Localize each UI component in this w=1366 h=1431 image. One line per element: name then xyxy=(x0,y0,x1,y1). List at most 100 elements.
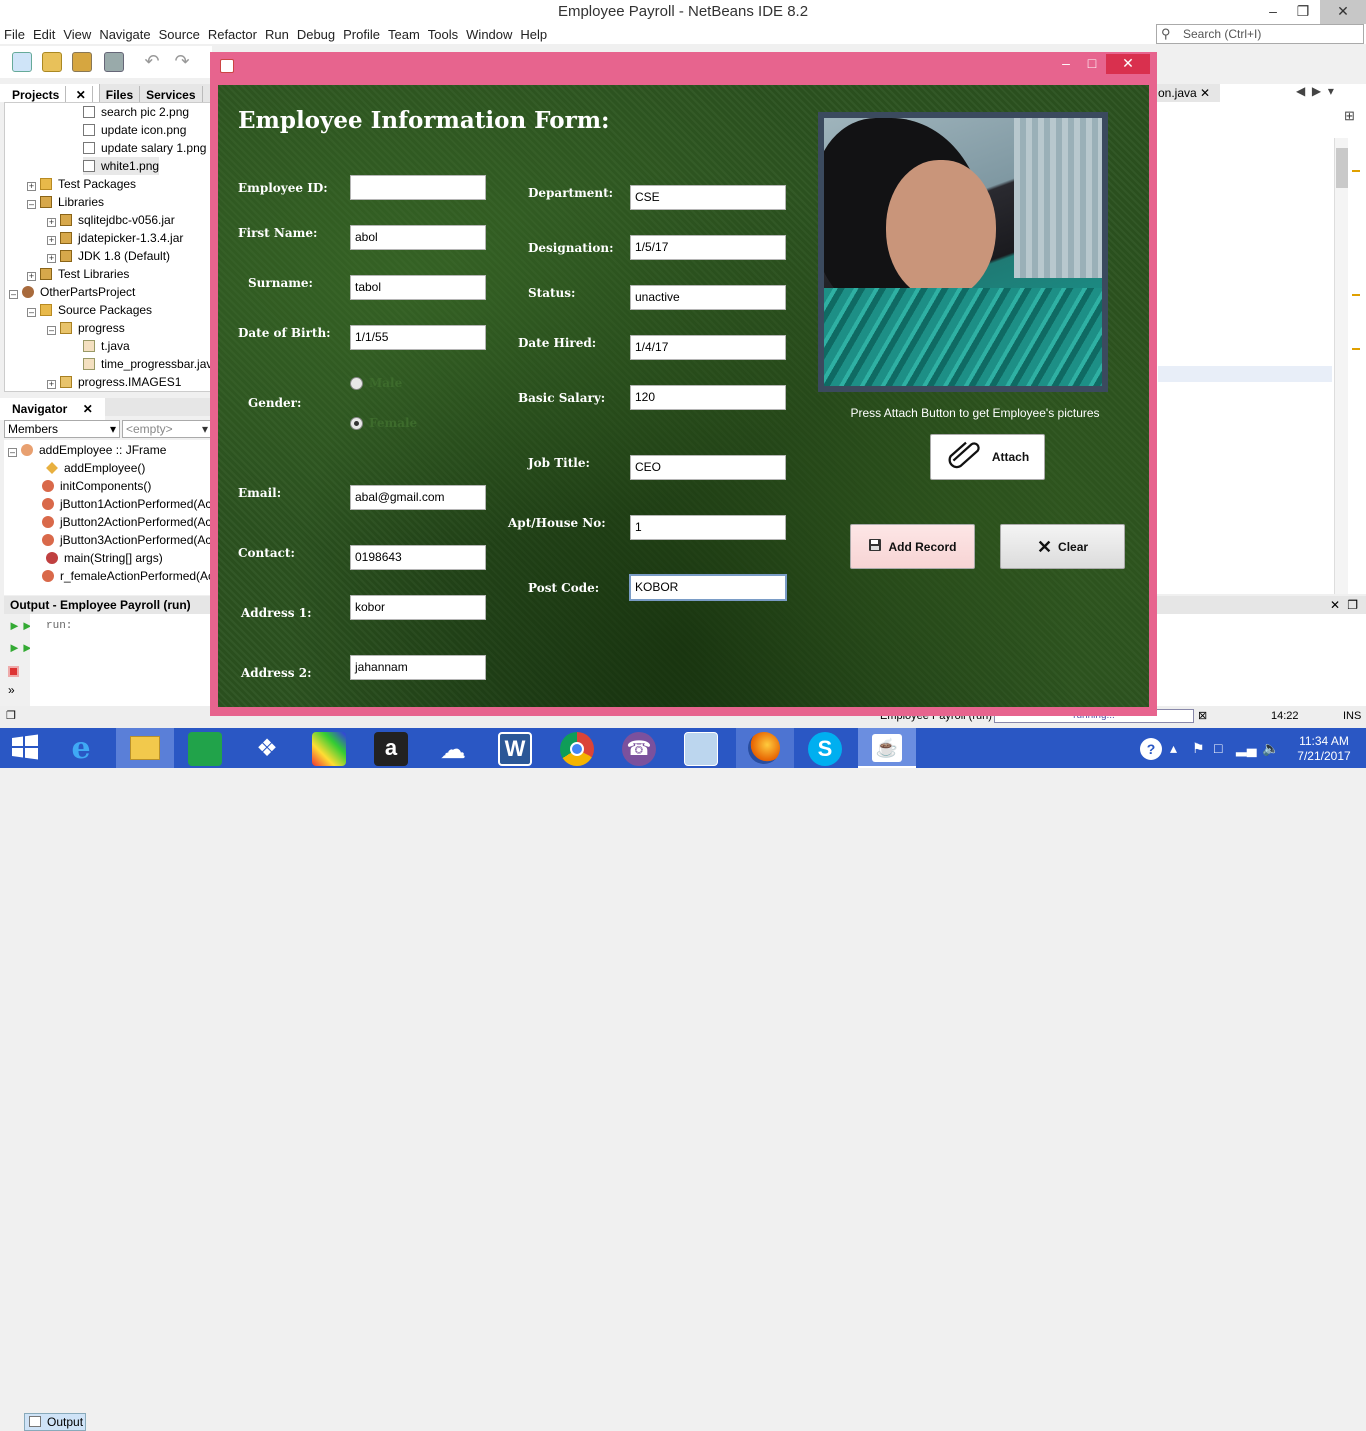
tree-item[interactable]: – progress xyxy=(47,319,125,337)
address-1-input[interactable]: kobor xyxy=(350,595,486,620)
basic-salary-input[interactable]: 120 xyxy=(630,385,786,410)
collapse-icon[interactable]: – xyxy=(27,200,36,209)
signal-icon[interactable]: ▂▄ xyxy=(1236,740,1257,757)
ide-search-input[interactable]: ⚲ Search (Ctrl+I) xyxy=(1156,24,1364,44)
marker[interactable] xyxy=(1352,348,1360,350)
store-icon[interactable] xyxy=(188,732,222,766)
restore-icon[interactable]: ❐ xyxy=(1288,0,1318,24)
menu-team[interactable]: Team xyxy=(384,24,424,42)
employee-id-input[interactable] xyxy=(350,175,486,200)
volume-icon[interactable]: 🔈 xyxy=(1262,740,1279,757)
tree-item-selected[interactable]: white1.png xyxy=(83,157,160,175)
puzzle-app-icon[interactable] xyxy=(312,732,346,766)
menu-window[interactable]: Window xyxy=(462,24,516,42)
menu-refactor[interactable]: Refactor xyxy=(204,24,261,42)
help-icon[interactable]: ? xyxy=(1140,738,1162,760)
address-2-input[interactable]: jahannam xyxy=(350,655,486,680)
add-record-button[interactable]: Add Record xyxy=(850,524,975,569)
tree-item[interactable]: update icon.png xyxy=(83,121,186,139)
tree-item[interactable]: + jdatepicker-1.3.4.jar xyxy=(47,229,183,247)
male-radio[interactable] xyxy=(350,377,363,390)
female-radio[interactable] xyxy=(350,417,363,430)
chevron-right-icon[interactable]: ▶ xyxy=(1312,84,1321,98)
rerun-icon[interactable]: ►► xyxy=(8,619,34,632)
flag-icon[interactable]: ⚑ xyxy=(1192,740,1205,757)
apt-house-no-input[interactable]: 1 xyxy=(630,515,786,540)
tree-item[interactable]: + progress.IMAGES1 xyxy=(47,373,181,391)
editor-scrollbar[interactable] xyxy=(1334,138,1348,594)
menu-help[interactable]: Help xyxy=(516,24,551,42)
viber-icon[interactable]: ☎ xyxy=(622,732,656,766)
attach-button[interactable]: Attach xyxy=(930,434,1045,480)
status-input[interactable]: unactive xyxy=(630,285,786,310)
tree-item[interactable]: update salary 1.png xyxy=(83,139,206,157)
menu-navigate[interactable]: Navigate xyxy=(95,24,154,42)
minimize-icon[interactable]: – xyxy=(1052,54,1080,74)
restore-icon[interactable]: ❐ xyxy=(6,709,16,722)
maximize-editor-icon[interactable]: ⊞ xyxy=(1344,108,1355,124)
close-icon[interactable]: ✕ xyxy=(1320,0,1366,24)
amazon-icon[interactable]: a xyxy=(374,732,408,766)
expand-icon[interactable]: + xyxy=(47,218,56,227)
collapse-icon[interactable]: – xyxy=(47,326,56,335)
chevron-up-icon[interactable]: ▴ xyxy=(1170,740,1177,757)
nav-item[interactable]: initComponents() xyxy=(42,477,151,495)
collapse-icon[interactable]: – xyxy=(27,308,36,317)
new-project-icon[interactable] xyxy=(42,52,62,72)
expand-icon[interactable]: + xyxy=(27,272,36,281)
java-app-button[interactable]: ☕ xyxy=(858,728,916,768)
virtualbox-icon[interactable] xyxy=(684,732,718,766)
rerun-params-icon[interactable]: ►► xyxy=(8,641,34,654)
date-hired-input[interactable]: 1/4/17 xyxy=(630,335,786,360)
designation-input[interactable]: 1/5/17 xyxy=(630,235,786,260)
tree-item[interactable]: + JDK 1.8 (Default) xyxy=(47,247,170,265)
tree-item[interactable]: – OtherPartsProject xyxy=(9,283,135,301)
marker[interactable] xyxy=(1352,170,1360,172)
tree-item[interactable]: + sqlitejdbc-v056.jar xyxy=(47,211,175,229)
department-input[interactable]: CSE xyxy=(630,185,786,210)
menu-source[interactable]: Source xyxy=(155,24,204,42)
windows-start-icon[interactable] xyxy=(10,732,44,766)
menu-run[interactable]: Run xyxy=(261,24,293,42)
tree-item[interactable]: + Test Packages xyxy=(27,175,136,193)
menu-view[interactable]: View xyxy=(59,24,95,42)
marker[interactable] xyxy=(1352,294,1360,296)
clear-button[interactable]: ✕ Clear xyxy=(1000,524,1125,569)
clock[interactable]: 11:34 AM 7/21/2017 xyxy=(1288,734,1360,764)
expand-icon[interactable]: + xyxy=(47,236,56,245)
nav-item[interactable]: – addEmployee :: JFrame xyxy=(8,441,166,459)
chrome-icon[interactable] xyxy=(560,732,594,766)
nav-item[interactable]: jButton1ActionPerformed(Acti xyxy=(42,495,212,513)
menu-profile[interactable]: Profile xyxy=(339,24,384,42)
file-explorer-button[interactable] xyxy=(116,728,174,768)
more-icon[interactable]: » xyxy=(8,684,22,696)
nav-item[interactable]: r_femaleActionPerformed(Acti xyxy=(42,567,212,585)
onedrive-icon[interactable]: ☁ xyxy=(436,732,470,766)
menu-debug[interactable]: Debug xyxy=(293,24,339,42)
members-select[interactable]: Members ▾ xyxy=(4,420,120,438)
close-icon[interactable]: ✕ xyxy=(1330,598,1340,612)
editor-tab[interactable]: on.java ✕ xyxy=(1156,84,1220,102)
expand-icon[interactable]: + xyxy=(47,380,56,389)
word-icon[interactable]: W xyxy=(498,732,532,766)
display-icon[interactable]: □ xyxy=(1214,740,1222,756)
tree-item[interactable]: + Test Libraries xyxy=(27,265,129,283)
redo-icon[interactable]: ↷ xyxy=(172,52,192,72)
collapse-icon[interactable]: – xyxy=(9,290,18,299)
tree-item[interactable]: time_progressbar.java xyxy=(83,355,211,373)
undo-icon[interactable]: ↶ xyxy=(142,52,162,72)
skype-icon[interactable]: S xyxy=(808,732,842,766)
post-code-input[interactable]: KOBOR xyxy=(629,574,787,601)
contact-input[interactable]: 0198643 xyxy=(350,545,486,570)
tab-navigator[interactable]: Navigator ✕ xyxy=(0,398,105,420)
tree-item[interactable]: search pic 2.png xyxy=(83,103,189,121)
tree-item[interactable]: t.java xyxy=(83,337,130,355)
nav-item[interactable]: addEmployee() xyxy=(46,459,145,477)
surname-input[interactable]: tabol xyxy=(350,275,486,300)
expand-icon[interactable]: + xyxy=(27,182,36,191)
menu-edit[interactable]: Edit xyxy=(29,24,59,42)
tree-item[interactable]: – Source Packages xyxy=(27,301,152,319)
scrollbar-thumb[interactable] xyxy=(1336,148,1348,188)
maximize-icon[interactable]: □ xyxy=(1078,54,1106,74)
menu-file[interactable]: File xyxy=(0,24,29,42)
